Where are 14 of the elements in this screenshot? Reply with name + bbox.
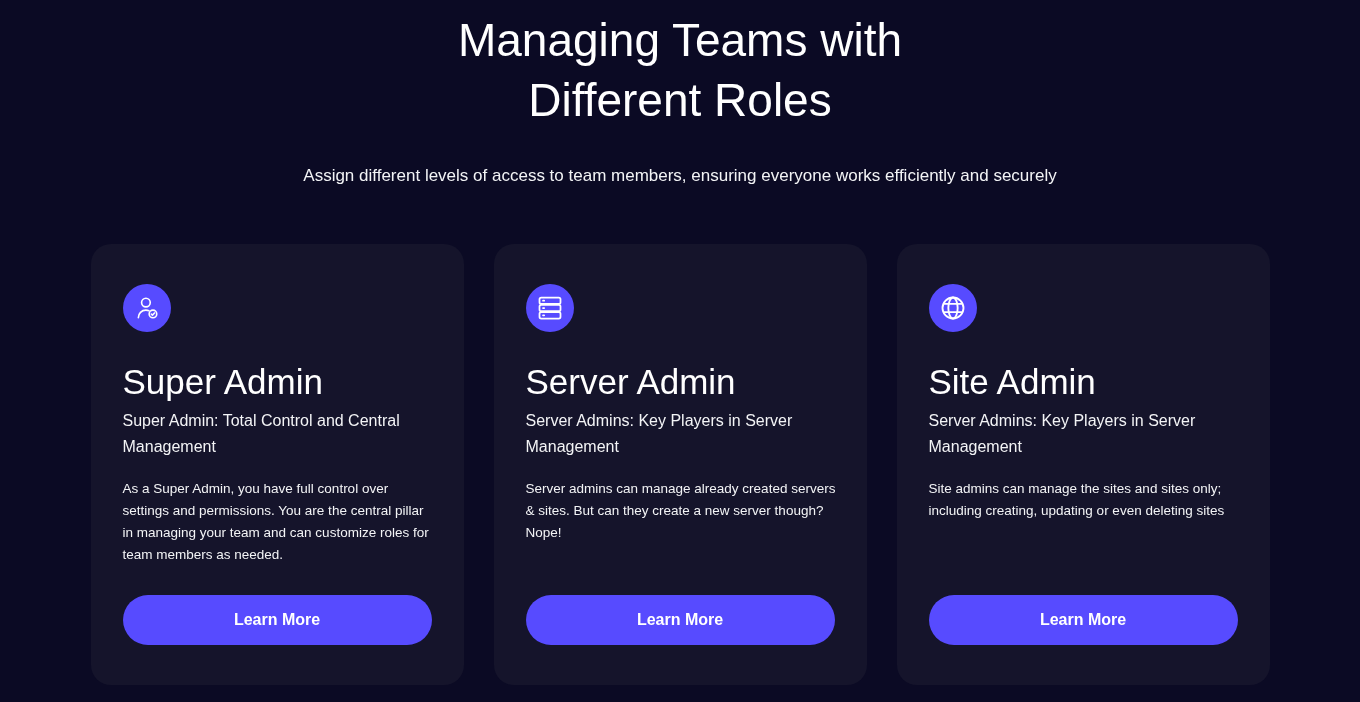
card-subtitle: Server Admins: Key Players in Server Management	[525, 410, 794, 457]
card-subtitle: Server Admins: Key Players in Server Management	[928, 410, 1197, 457]
learn-more-button[interactable]: Learn More	[525, 594, 835, 645]
card-title: Server Admin	[525, 360, 737, 403]
card-subtitle: Super Admin: Total Control and Central Management	[122, 410, 401, 457]
learn-more-button[interactable]: Learn More	[122, 594, 432, 645]
learn-more-button[interactable]: Learn More	[928, 594, 1238, 645]
card-description: As a Super Admin, you have full control over settings and permissions. You are the central pillar in managing your team and can customize roles for team members as needed.	[122, 479, 430, 564]
section-heading: Managing Teams with Different Roles	[456, 13, 904, 128]
section-subtitle: Assign different levels of access to team members, ensuring everyone works efficiently and securely	[303, 165, 1057, 187]
card-description: Server admins can manage already created servers & sites. But can they create a new server though? Nope!	[525, 479, 837, 542]
card-title: Super Admin	[122, 360, 324, 403]
card-description: Site admins can manage the sites and sites only; including creating, updating or even deleting sites	[928, 479, 1226, 520]
card-title: Site Admin	[928, 360, 1097, 403]
